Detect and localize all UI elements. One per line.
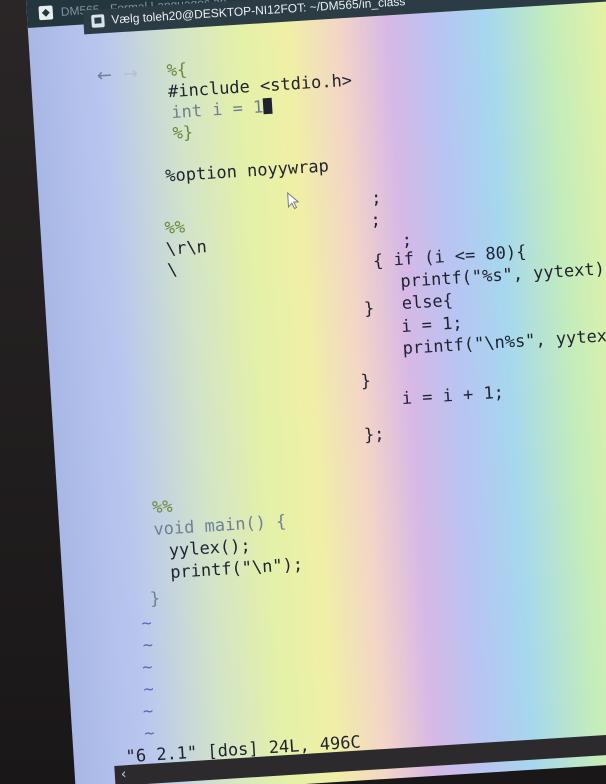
code-line: }: [363, 298, 375, 320]
photo-stage: DM565 - Formal Languages an ✕ Vælg toleh…: [0, 0, 606, 784]
empty-line-marker: ~: [143, 723, 156, 744]
code-line: %{: [166, 60, 188, 82]
code-line-text: int i = 1: [170, 97, 264, 124]
code-line: else{: [401, 290, 454, 314]
code-line: }: [149, 588, 161, 610]
code-line: ;: [370, 188, 383, 209]
code-line: ;: [401, 230, 413, 251]
empty-line-marker: ~: [142, 701, 154, 723]
code-line: %%: [164, 217, 186, 239]
code-line: %option noyywrap: [164, 156, 330, 187]
code-line: \: [166, 260, 179, 281]
code-line: };: [363, 424, 386, 446]
code-line: ;: [369, 210, 382, 231]
code-line: i = 1;: [400, 313, 464, 338]
text-cursor: [262, 97, 273, 115]
vim-editor[interactable]: %{ #include <stdio.h> int i = 1 %} %opti…: [26, 0, 606, 784]
mouse-pointer-icon: [287, 191, 300, 210]
code-line: %}: [172, 122, 194, 145]
code-line: i = i + 1;: [401, 382, 505, 410]
code-line: %%: [151, 496, 174, 519]
code-line: }: [360, 371, 372, 392]
empty-line-marker: ~: [142, 679, 155, 700]
chevron-left-icon[interactable]: ‹: [120, 766, 127, 782]
empty-line-marker: ~: [142, 635, 154, 656]
empty-line-marker: ~: [141, 657, 154, 679]
screen: DM565 - Formal Languages an ✕ Vælg toleh…: [26, 0, 606, 784]
code-line: yylex();: [168, 535, 252, 562]
empty-line-marker: ~: [140, 613, 153, 634]
code-line: \r\n: [165, 237, 208, 260]
